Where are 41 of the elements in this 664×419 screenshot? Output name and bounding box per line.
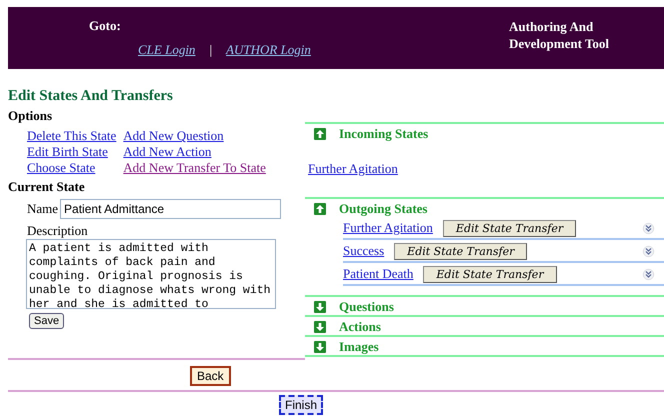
state-link[interactable]: Success — [343, 243, 384, 259]
edit-transfer-button[interactable]: Edit State Transfer — [394, 242, 528, 260]
section-title[interactable]: Outgoing States — [339, 200, 428, 216]
page-title: Edit States And Transfers — [8, 88, 174, 105]
state-link[interactable]: Patient Death — [343, 266, 414, 282]
expand-icon[interactable] — [643, 222, 654, 234]
expand-icon[interactable] — [643, 268, 654, 280]
goto-label: Goto: — [89, 18, 122, 34]
option-link[interactable]: Delete This State — [27, 128, 116, 143]
tool-title: Authoring And Development Tool — [509, 18, 610, 53]
section-title[interactable]: Questions — [339, 298, 394, 314]
back-button[interactable]: Back — [190, 366, 231, 386]
state-link[interactable]: Further Agitation — [308, 161, 398, 176]
option-link[interactable]: Add New Action — [123, 144, 212, 159]
nav-link[interactable]: CLE Login — [138, 42, 196, 58]
down-arrow-icon[interactable] — [314, 340, 326, 352]
description-field[interactable]: A patient is admitted with complaints of back pain and coughing. Original prognosis is unable to diagnose whats wrong with her and she is admitted to — [26, 239, 276, 309]
state-link[interactable]: Further Agitation — [343, 220, 433, 236]
option-link[interactable]: Add New Question — [123, 128, 224, 143]
save-button[interactable]: Save — [29, 313, 64, 329]
section-title[interactable]: Images — [339, 338, 379, 354]
name-label: Name — [27, 201, 58, 217]
option-link[interactable]: Choose State — [27, 160, 96, 175]
section-title[interactable]: Incoming States — [339, 126, 428, 142]
options-heading: Options — [8, 107, 54, 124]
finish-button[interactable]: Finish — [279, 395, 324, 415]
current-state-heading: Current State — [8, 178, 86, 195]
option-link[interactable]: Edit Birth State — [27, 144, 108, 159]
expand-icon[interactable] — [643, 246, 654, 256]
separator: | — [209, 42, 212, 58]
edit-transfer-button[interactable]: Edit State Transfer — [442, 220, 576, 236]
edit-transfer-button[interactable]: Edit State Transfer — [423, 266, 557, 282]
section-title[interactable]: Actions — [339, 318, 381, 334]
down-arrow-icon[interactable] — [314, 300, 326, 312]
up-arrow-icon[interactable] — [314, 202, 326, 214]
up-arrow-icon[interactable] — [314, 128, 326, 140]
nav-link[interactable]: AUTHOR Login — [226, 42, 311, 58]
description-label: Description — [26, 222, 89, 238]
down-arrow-icon[interactable] — [314, 320, 326, 332]
option-link[interactable]: Add New Transfer To State — [123, 160, 266, 175]
name-field[interactable]: Patient Admittance — [60, 199, 282, 219]
